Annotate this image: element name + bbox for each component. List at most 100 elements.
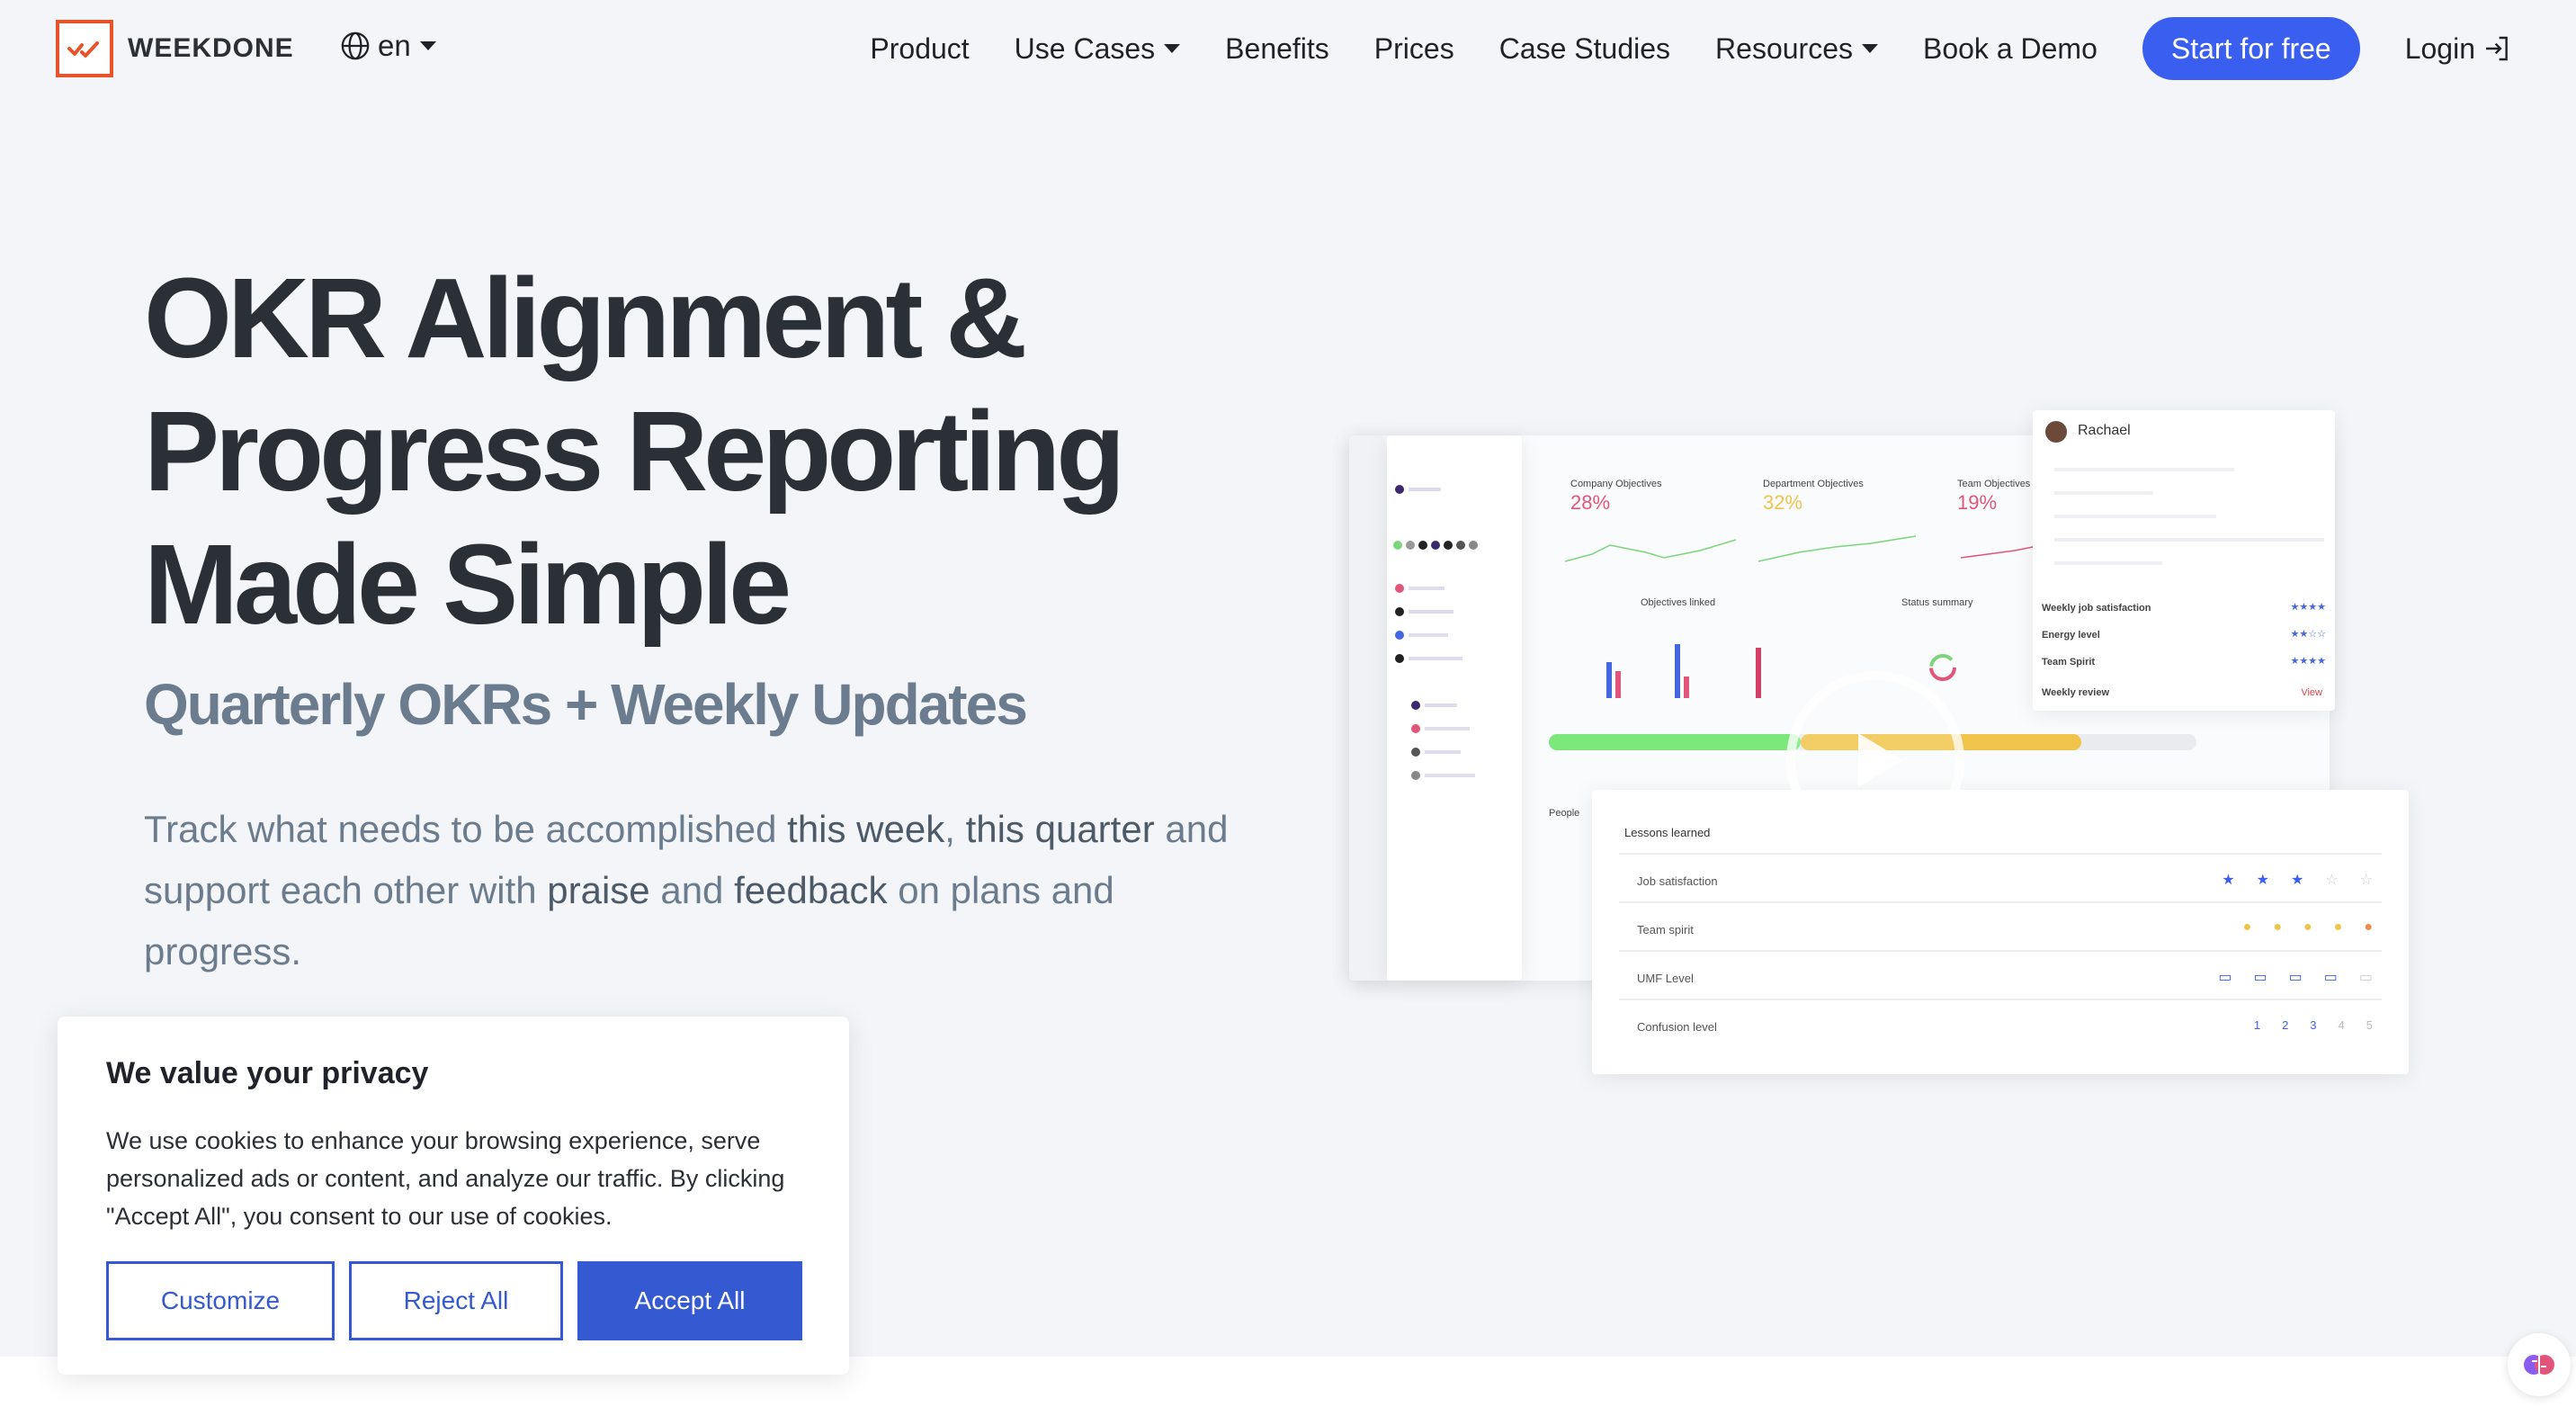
placeholder-line bbox=[2054, 491, 2153, 495]
scale-4: 4 bbox=[2338, 1018, 2345, 1032]
rating-battery: ▭ ▭ ▭ ▭ ▭ bbox=[2218, 970, 2373, 985]
divider bbox=[1619, 999, 2382, 1000]
logo-text: WEEKDONE bbox=[128, 33, 294, 63]
dashboard-list bbox=[1387, 435, 1522, 981]
cookie-buttons: Customize Reject All Accept All bbox=[106, 1261, 802, 1340]
weekly-review-label: Weekly review bbox=[2042, 687, 2110, 698]
placeholder-line bbox=[2054, 538, 2324, 542]
dashboard-list-items bbox=[1393, 485, 1478, 780]
stars-rating: ★★★★ bbox=[2290, 602, 2326, 613]
chevron-down-icon bbox=[1861, 44, 1878, 53]
language-selector[interactable]: en bbox=[340, 29, 436, 63]
desc-emphasis: this week bbox=[787, 808, 945, 850]
logo-check-icon bbox=[56, 20, 113, 77]
cookie-text: We use cookies to enhance your browsing … bbox=[106, 1127, 785, 1230]
desc-emphasis: feedback bbox=[734, 869, 888, 911]
department-objectives-label: Department Objectives bbox=[1763, 479, 1864, 489]
status-summary-label: Status summary bbox=[1901, 597, 1973, 608]
divider bbox=[1619, 901, 2382, 903]
team-objectives-label: Team Objectives bbox=[1957, 479, 2031, 489]
linked-bar bbox=[1615, 671, 1621, 698]
lesson-row-label: UMF Level bbox=[1637, 972, 1694, 985]
divider bbox=[1619, 950, 2382, 952]
login-label: Login bbox=[2404, 31, 2475, 65]
progress-green bbox=[1549, 734, 1801, 750]
login-icon bbox=[2486, 36, 2508, 61]
customize-button[interactable]: Customize bbox=[106, 1261, 335, 1340]
cookie-title: We value your privacy bbox=[106, 1056, 429, 1090]
language-code: en bbox=[378, 29, 411, 62]
desc-emphasis: praise bbox=[547, 869, 650, 911]
avatar bbox=[2045, 421, 2067, 443]
lesson-row-label: Job satisfaction bbox=[1637, 874, 1718, 888]
hero-title: OKR Alignment & Progress Reporting Made … bbox=[144, 252, 1313, 651]
nav-resources[interactable]: Resources bbox=[1715, 32, 1878, 66]
nav-use-cases[interactable]: Use Cases bbox=[1015, 32, 1181, 66]
team-spirit-label: Team Spirit bbox=[2042, 657, 2096, 668]
nav-links: Product Use Cases Benefits Prices Case S… bbox=[825, 16, 2511, 81]
energy-level: Energy level bbox=[2042, 630, 2100, 641]
objectives-linked-label: Objectives linked bbox=[1641, 597, 1716, 608]
nav-benefits[interactable]: Benefits bbox=[1225, 32, 1329, 66]
hero-title-line3: Made Simple bbox=[144, 521, 792, 648]
reject-all-button[interactable]: Reject All bbox=[349, 1261, 563, 1340]
cookie-consent-banner: We value your privacy We use cookies to … bbox=[58, 1017, 849, 1375]
status-donut bbox=[1929, 654, 1956, 681]
lessons-learned-card: Lessons learned Job satisfaction ★ ★ ★ ☆ ☆ T… bbox=[1592, 790, 2409, 1074]
divider bbox=[1619, 853, 2382, 855]
lesson-row-label: Team spirit bbox=[1637, 923, 1694, 937]
lessons-learned-title: Lessons learned bbox=[1624, 826, 1711, 839]
globe-icon bbox=[341, 31, 370, 60]
desc-emphasis: this quarter bbox=[965, 808, 1155, 850]
company-objectives-label: Company Objectives bbox=[1570, 479, 1662, 489]
hero-subtitle: Quarterly OKRs + Weekly Updates bbox=[144, 672, 1028, 737]
linked-bar bbox=[1684, 677, 1689, 698]
stars-rating: ★★★★ bbox=[2290, 656, 2326, 667]
play-button[interactable] bbox=[1786, 671, 1964, 849]
nav-use-cases-label: Use Cases bbox=[1014, 31, 1156, 65]
hero-title-line1: OKR Alignment & bbox=[144, 255, 1027, 381]
placeholder-line bbox=[2054, 468, 2234, 471]
scale-3: 3 bbox=[2310, 1018, 2317, 1032]
rating-emojis: ● ● ● ● ● bbox=[2242, 919, 2373, 935]
scale-1: 1 bbox=[2253, 1018, 2261, 1032]
company-objectives-pct: 28% bbox=[1570, 491, 1611, 514]
brain-assistant-icon[interactable] bbox=[2508, 1333, 2571, 1396]
nav-book-demo[interactable]: Book a Demo bbox=[1923, 32, 2097, 66]
rating-scale: 1 2 3 4 5 bbox=[2254, 1018, 2373, 1032]
scale-2: 2 bbox=[2282, 1018, 2289, 1032]
sparkline-chart bbox=[1565, 535, 2033, 562]
hero-description: Track what needs to be accomplished this… bbox=[144, 799, 1259, 982]
login-link[interactable]: Login bbox=[2405, 32, 2511, 66]
desc-part: Track what needs to be accomplished bbox=[144, 808, 788, 850]
nav-prices[interactable]: Prices bbox=[1374, 32, 1454, 66]
weekdone-logo[interactable]: WEEKDONE bbox=[56, 20, 294, 77]
start-for-free-button[interactable]: Start for free bbox=[2142, 17, 2360, 80]
department-objectives-pct: 32% bbox=[1763, 491, 1803, 514]
dashboard-preview-video[interactable]: Company Objectives 28% Department Object… bbox=[1349, 410, 2419, 1076]
desc-part: and bbox=[649, 869, 735, 911]
desc-part: , bbox=[944, 808, 966, 850]
rachael-card: Rachael Weekly job satisfaction ★★★★ Ene… bbox=[2033, 410, 2335, 711]
nav-product[interactable]: Product bbox=[870, 32, 969, 66]
hero-title-line2: Progress Reporting bbox=[144, 388, 1125, 515]
view-link: View bbox=[2301, 687, 2322, 698]
rachael-name: Rachael bbox=[2078, 423, 2131, 438]
rating-stars: ★ ★ ★ ☆ ☆ bbox=[2222, 873, 2373, 888]
chevron-down-icon bbox=[1164, 44, 1181, 53]
dashboard-sidebar bbox=[1349, 435, 1385, 981]
stars-rating: ★★☆☆ bbox=[2290, 629, 2326, 640]
weekly-job-satisfaction: Weekly job satisfaction bbox=[2042, 603, 2151, 614]
scale-5: 5 bbox=[2366, 1018, 2373, 1032]
linked-bar bbox=[1606, 662, 1612, 698]
team-objectives-pct: 19% bbox=[1957, 491, 1998, 514]
nav-case-studies[interactable]: Case Studies bbox=[1499, 32, 1670, 66]
top-navigation: WEEKDONE en Product Use Cases Benefits P… bbox=[0, 0, 2576, 97]
people-label: People bbox=[1549, 808, 1580, 819]
placeholder-line bbox=[2054, 515, 2216, 518]
chevron-down-icon bbox=[419, 41, 436, 50]
accept-all-button[interactable]: Accept All bbox=[577, 1261, 802, 1340]
placeholder-line bbox=[2054, 561, 2162, 565]
play-icon bbox=[1858, 733, 1903, 787]
nav-resources-label: Resources bbox=[1715, 31, 1853, 65]
